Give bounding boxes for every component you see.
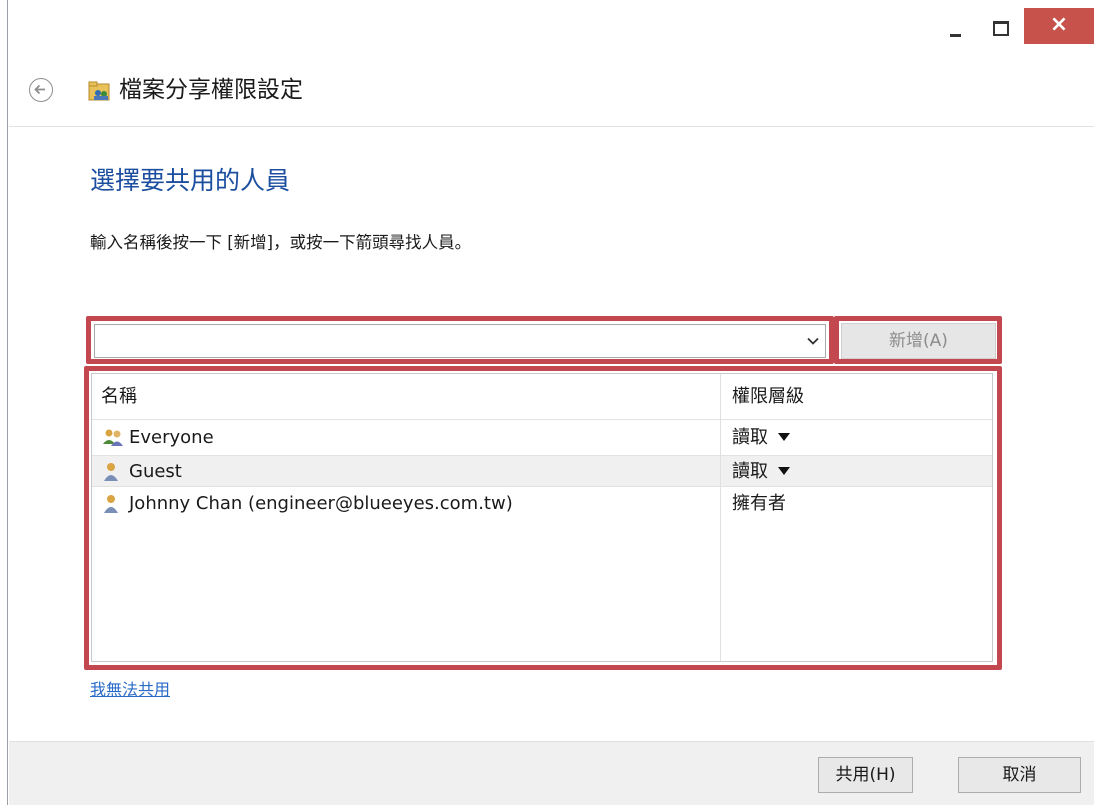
cancel-button[interactable]: 取消 xyxy=(958,757,1081,793)
cannot-share-link[interactable]: 我無法共用 xyxy=(90,678,170,702)
group-icon xyxy=(103,429,123,446)
list-item[interactable]: Everyone 讀取 xyxy=(92,422,992,454)
share-button[interactable]: 共用(H) xyxy=(818,757,913,793)
caret-down-icon[interactable] xyxy=(778,467,790,475)
add-button[interactable]: 新增(A) xyxy=(841,323,996,359)
close-button[interactable]: × xyxy=(1024,8,1094,44)
page-heading: 選擇要共用的人員 xyxy=(90,166,291,195)
name-input-combobox[interactable] xyxy=(94,324,826,358)
user-icon xyxy=(104,463,118,481)
minimize-button[interactable] xyxy=(930,8,980,44)
close-icon: × xyxy=(1049,12,1069,37)
row-name: Guest xyxy=(129,461,182,482)
row-name: Johnny Chan (engineer@blueeyes.com.tw) xyxy=(129,493,513,514)
permission-dropdown[interactable]: 讀取 xyxy=(732,424,790,452)
caret-down-icon[interactable] xyxy=(778,433,790,441)
window-left-edge xyxy=(0,0,8,805)
list-item[interactable]: Guest 讀取 xyxy=(92,455,992,487)
row-name: Everyone xyxy=(129,427,214,448)
people-list: 名稱 權限層級 Everyone 讀取 Guest 讀取 Johnny Chan… xyxy=(91,373,993,662)
window-title: 檔案分享權限設定 xyxy=(119,77,303,103)
instruction-text: 輸入名稱後按一下 [新增]，或按一下箭頭尋找人員。 xyxy=(90,233,472,252)
shared-folder-icon xyxy=(88,81,110,101)
permission-value: 讀取 xyxy=(732,461,768,482)
permission-value: 擁有者 xyxy=(732,493,786,514)
permission-value: 讀取 xyxy=(732,427,768,448)
header-divider xyxy=(9,126,1094,127)
back-button[interactable] xyxy=(29,78,53,102)
maximize-button[interactable] xyxy=(976,8,1026,44)
permission-dropdown[interactable]: 讀取 xyxy=(732,458,790,486)
column-header-permission[interactable]: 權限層級 xyxy=(732,384,804,410)
back-arrow-icon xyxy=(34,84,45,95)
column-header-name[interactable]: 名稱 xyxy=(101,384,137,410)
list-item[interactable]: Johnny Chan (engineer@blueeyes.com.tw) 擁… xyxy=(92,488,992,520)
chevron-down-icon[interactable] xyxy=(805,333,821,349)
dialog-footer xyxy=(9,741,1094,805)
list-header: 名稱 權限層級 xyxy=(92,374,992,420)
column-divider xyxy=(720,374,721,661)
user-icon xyxy=(104,495,118,513)
